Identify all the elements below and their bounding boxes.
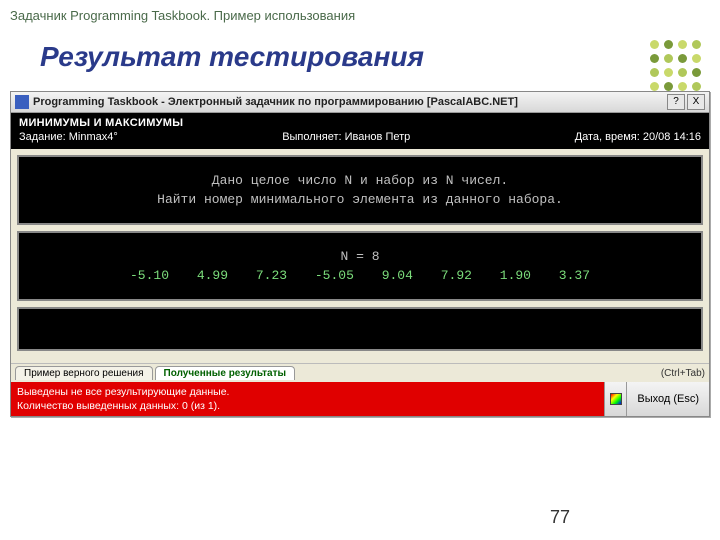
page-number: 77 xyxy=(550,507,570,528)
app-window: Programming Taskbook - Электронный задач… xyxy=(10,91,710,417)
output-panel xyxy=(17,307,703,351)
category-label: МИНИМУМЫ И МАКСИМУМЫ xyxy=(19,117,701,129)
tab-example-solution[interactable]: Пример верного решения xyxy=(15,366,153,380)
problem-line-2: Найти номер минимального элемента из дан… xyxy=(27,192,693,207)
help-button[interactable]: ? xyxy=(667,94,685,110)
value-5: 7.92 xyxy=(441,268,472,283)
value-3: -5.05 xyxy=(315,268,354,283)
error-bar: Выведены не все результирующие данные. К… xyxy=(11,382,604,416)
window-title: Programming Taskbook - Электронный задач… xyxy=(33,96,665,108)
input-data-panel: N = 8 -5.10 4.99 7.23 -5.05 9.04 7.92 1.… xyxy=(17,231,703,301)
app-icon xyxy=(15,95,29,109)
value-4: 9.04 xyxy=(382,268,413,283)
problem-line-1: Дано целое число N и набор из N чисел. xyxy=(27,173,693,188)
panels-container: Дано целое число N и набор из N чисел. Н… xyxy=(11,149,709,363)
tabs-row: Пример верного решения Полученные резуль… xyxy=(11,363,709,382)
bottom-row: Выведены не все результирующие данные. К… xyxy=(11,382,709,416)
value-0: -5.10 xyxy=(130,268,169,283)
error-line-2: Количество выведенных данных: 0 (из 1). xyxy=(17,399,598,413)
value-6: 1.90 xyxy=(500,268,531,283)
error-line-1: Выведены не все результирующие данные. xyxy=(17,385,598,399)
slide-breadcrumb: Задачник Programming Taskbook. Пример ис… xyxy=(0,0,720,27)
titlebar: Programming Taskbook - Электронный задач… xyxy=(11,92,709,113)
student-label: Выполняет: Иванов Петр xyxy=(282,131,410,143)
close-button[interactable]: X xyxy=(687,94,705,110)
value-1: 4.99 xyxy=(197,268,228,283)
problem-panel: Дано целое число N и набор из N чисел. Н… xyxy=(17,155,703,225)
slide-title: Результат тестирования xyxy=(0,27,720,85)
palette-icon xyxy=(610,393,622,405)
color-picker-button[interactable] xyxy=(604,382,626,416)
tab-shortcut-hint: (Ctrl+Tab) xyxy=(661,368,705,379)
decorative-dots xyxy=(650,40,702,92)
info-bar: МИНИМУМЫ И МАКСИМУМЫ Задание: Minmax4° В… xyxy=(11,113,709,149)
tab-results[interactable]: Полученные результаты xyxy=(155,366,296,380)
values-row: -5.10 4.99 7.23 -5.05 9.04 7.92 1.90 3.3… xyxy=(27,268,693,283)
value-7: 3.37 xyxy=(559,268,590,283)
task-label: Задание: Minmax4° xyxy=(19,131,118,143)
value-2: 7.23 xyxy=(256,268,287,283)
exit-button[interactable]: Выход (Esc) xyxy=(626,382,709,416)
datetime-label: Дата, время: 20/08 14:16 xyxy=(575,131,701,143)
n-value: N = 8 xyxy=(27,249,693,264)
